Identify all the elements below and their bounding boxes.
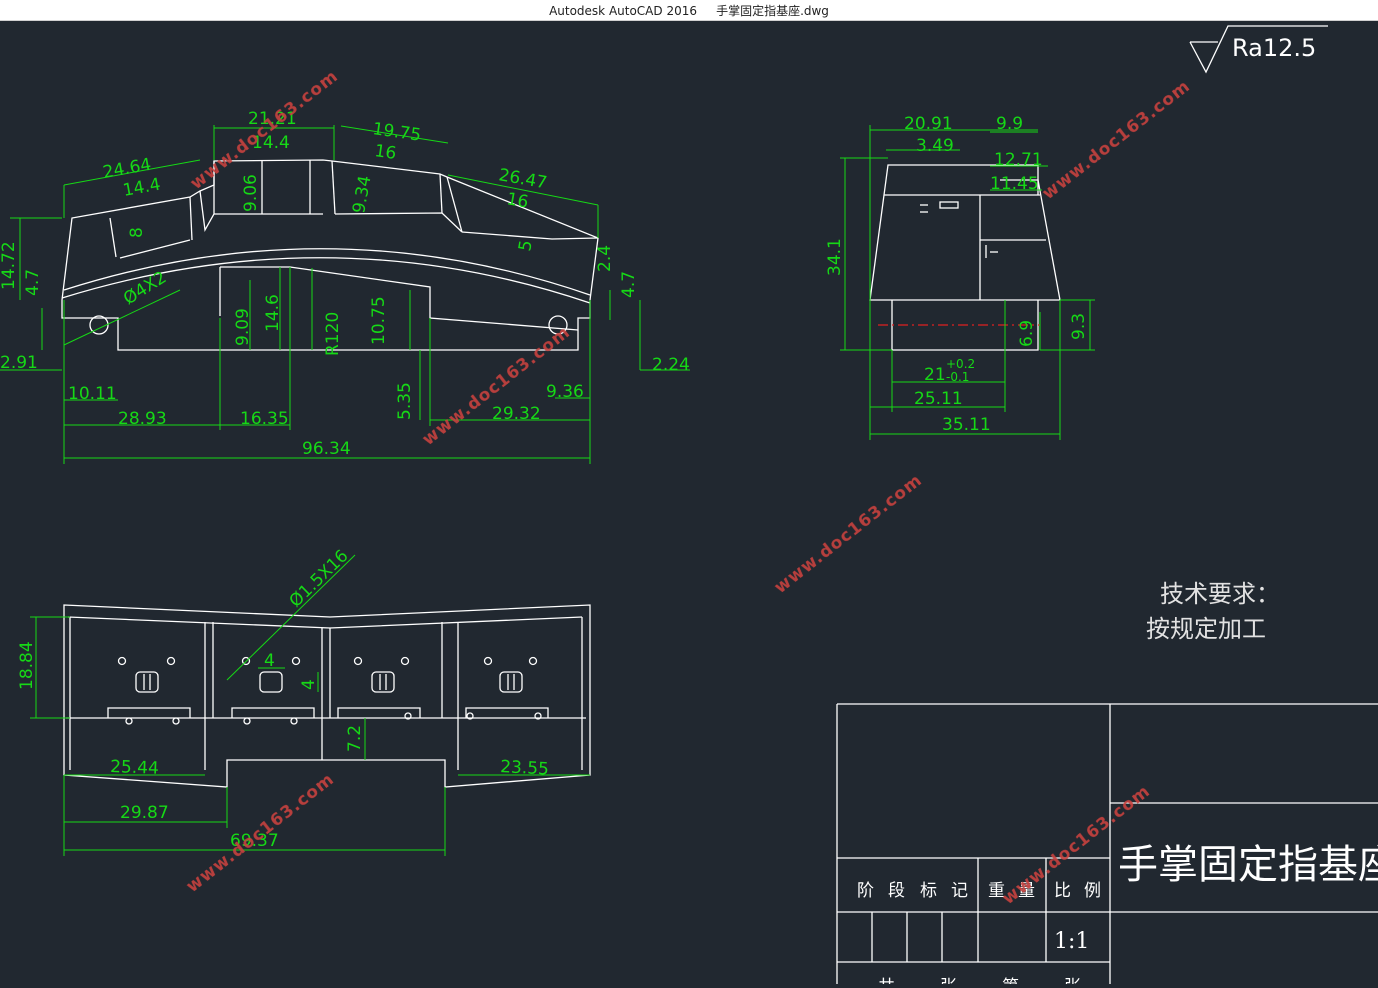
header-biao: 标 (920, 881, 937, 901)
bottom-gong: 共 (878, 977, 895, 984)
header-duan: 段 (888, 881, 905, 901)
dim-6-9: 6.9 (1017, 320, 1037, 347)
dim-10-11: 10.11 (68, 384, 117, 404)
drawing-canvas[interactable]: 24.64 14.4 8 21.21 14.4 9.06 19.75 16 9.… (0, 20, 1378, 988)
dim-9-36: 9.36 (546, 382, 584, 402)
dim-18-84: 18.84 (17, 641, 37, 690)
dim-7-2: 7.2 (345, 725, 365, 752)
bottom-zhang-b: 张 (1064, 977, 1081, 984)
watermark: www.doc163.com (183, 769, 339, 897)
dim-4-7b: 4.7 (619, 271, 639, 298)
dim-11-45: 11.45 (990, 174, 1039, 194)
dim-14-72: 14.72 (0, 241, 19, 290)
dim-hole-4x2: Ø4X2 (120, 268, 170, 310)
dim-16-35: 16.35 (240, 409, 289, 429)
header-bi: 比 (1054, 881, 1071, 901)
dim-2-4: 2.4 (595, 245, 615, 272)
roughness-symbol: Ra12.5 (1189, 25, 1328, 74)
dim-16b: 16 (505, 189, 530, 212)
roughness-label: Ra12.5 (1232, 34, 1316, 62)
dim-r120: R120 (323, 312, 343, 356)
file-name: 手掌固定指基座.dwg (716, 4, 829, 18)
dim-29-32: 29.32 (492, 404, 541, 424)
dim-12-71: 12.71 (994, 150, 1043, 170)
app-name: Autodesk AutoCAD 2016 (549, 4, 697, 18)
dim-9-3: 9.3 (1069, 313, 1089, 340)
dim-9-09: 9.09 (233, 308, 253, 346)
dim-hole-1-5x16: Ø1.5X16 (286, 546, 353, 612)
dim-9-34: 9.34 (349, 174, 375, 215)
dim-5: 5 (515, 239, 537, 253)
tech-requirements-title: 技术要求： (1160, 580, 1280, 608)
header-li: 例 (1084, 881, 1101, 901)
dim-tol-upper: +0.2 (946, 357, 975, 371)
tech-requirements-line: 按规定加工 (1146, 615, 1266, 643)
header-ji: 记 (951, 881, 968, 901)
dim-25-11: 25.11 (914, 389, 963, 409)
dim-20-91: 20.91 (904, 114, 953, 134)
dim-10-75: 10.75 (369, 296, 389, 345)
dim-tol-lower: -0.1 (946, 370, 969, 384)
dim-16a: 16 (373, 141, 397, 164)
watermark: www.doc163.com (771, 470, 927, 598)
window-title: Autodesk AutoCAD 2016 手掌固定指基座.dwg (0, 2, 1378, 19)
bottom-zhang-a: 张 (940, 977, 957, 984)
side-view-dim-text: 20.91 9.9 3.49 12.71 11.45 34.1 6.9 9.3 … (825, 114, 1089, 435)
dim-34-1: 34.1 (825, 238, 845, 276)
dim-8: 8 (127, 227, 147, 238)
title-block-bottom-row: 共 张 第 张 (878, 977, 1081, 988)
dim-21: 21 (924, 365, 946, 385)
dim-25-44: 25.44 (110, 757, 159, 779)
front-view-dim-text: 24.64 14.4 8 21.21 14.4 9.06 19.75 16 9.… (0, 109, 690, 459)
dim-26-47: 26.47 (497, 165, 548, 193)
dim-28-93: 28.93 (118, 409, 167, 429)
title-bar: Autodesk AutoCAD 2016 手掌固定指基座.dwg (0, 0, 1378, 21)
dim-29-87: 29.87 (120, 803, 169, 823)
part-name: 手掌固定指基座 (1118, 842, 1378, 888)
watermark: www.doc163.com (1039, 76, 1195, 204)
dim-23-55: 23.55 (500, 757, 550, 780)
dim-35-11: 35.11 (942, 415, 991, 435)
dim-9-06: 9.06 (241, 174, 261, 212)
scale-value: 1:1 (1054, 929, 1089, 954)
dim-4-7a: 4.7 (23, 269, 43, 296)
dim-9-9: 9.9 (996, 114, 1023, 134)
dim-5-35: 5.35 (395, 382, 415, 420)
title-block-headers: 阶 段 标 记 重 量 比 例 (857, 881, 1101, 901)
watermarks: www.doc163.com www.doc163.com www.doc163… (183, 66, 1195, 909)
header-jie: 阶 (857, 881, 874, 901)
watermark: www.doc163.com (187, 66, 343, 194)
dim-2-24: 2.24 (652, 355, 690, 375)
dim-3-49: 3.49 (916, 136, 954, 156)
dim-4b: 4 (299, 679, 319, 690)
dim-14-6: 14.6 (263, 294, 283, 332)
dim-2-91: 2.91 (0, 353, 38, 373)
dim-4a: 4 (264, 651, 275, 671)
dim-96-34: 96.34 (302, 439, 351, 459)
bottom-di: 第 (1002, 977, 1019, 984)
